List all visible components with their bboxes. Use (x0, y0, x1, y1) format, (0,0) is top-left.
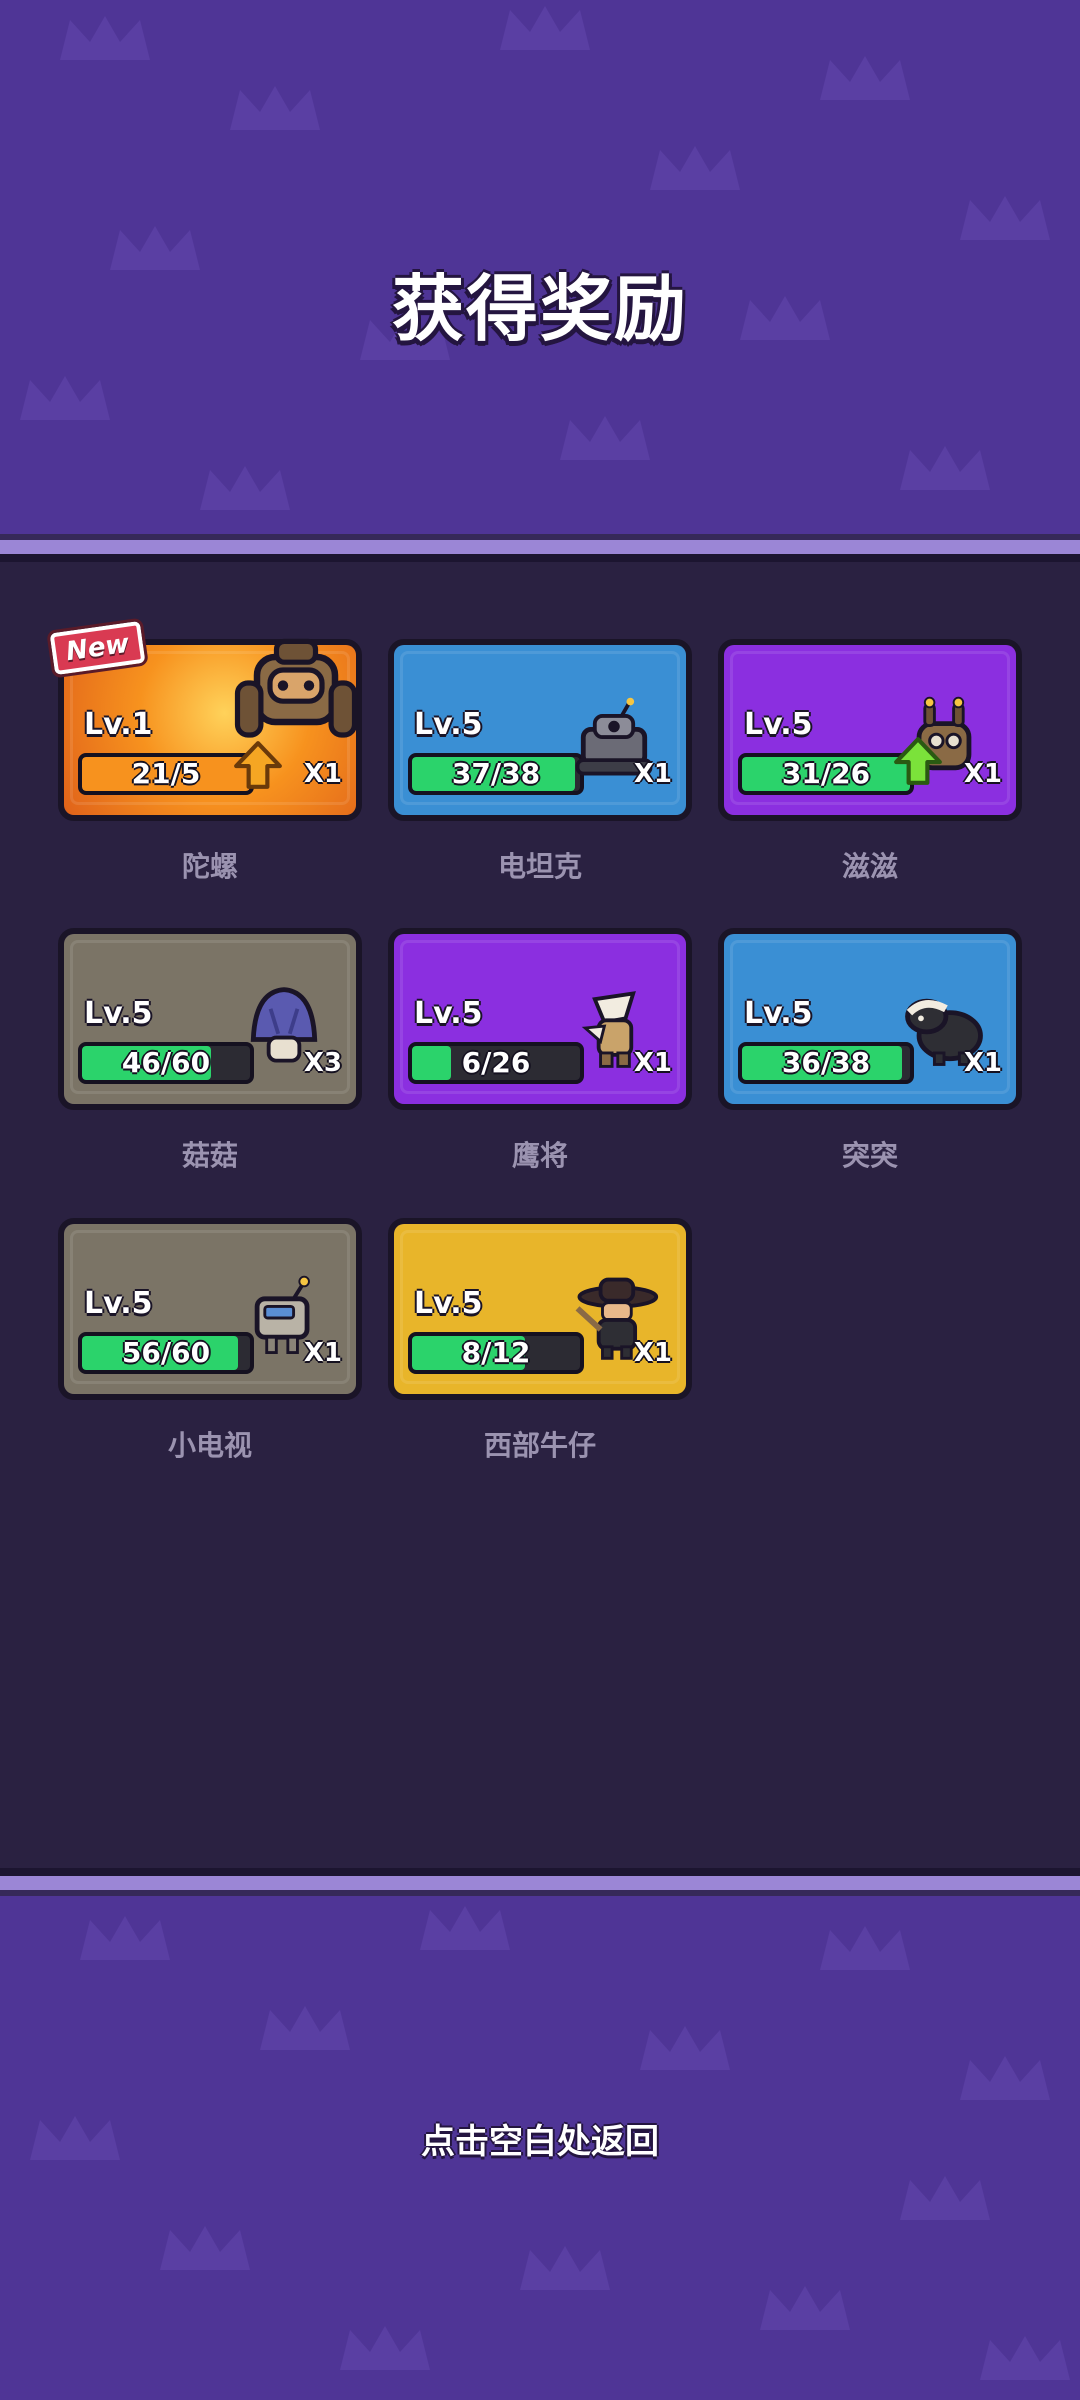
progress-text: 36/38 (781, 1046, 871, 1079)
reward-card[interactable]: Lv.5 6/26 X1 (388, 928, 692, 1110)
reward-item[interactable]: Lv.5 36/38 X1 突突 (718, 928, 1022, 1178)
level-label: Lv.5 (414, 996, 483, 1031)
reward-item[interactable]: Lv.5 31/26 X1 滋滋 (718, 639, 1022, 889)
level-label: Lv.1 (84, 707, 153, 742)
reward-item[interactable]: New Lv.1 21/5 X1 陀螺 (46, 616, 362, 889)
reward-name: 菇菇 (181, 1139, 238, 1172)
reward-item[interactable]: Lv.5 37/38 X1 电坦克 (388, 639, 692, 889)
upgrade-arrow-icon (892, 735, 944, 791)
progress-bar: 46/60 (78, 1042, 254, 1084)
progress-text: 6/26 (461, 1046, 531, 1079)
reward-item[interactable]: Lv.5 8/12 X1 西部牛仔 (388, 1218, 692, 1468)
reward-item[interactable]: Lv.5 46/60 X3 菇菇 (58, 928, 362, 1178)
quantity-label: X1 (303, 1338, 342, 1368)
progress-text: 8/12 (461, 1336, 531, 1369)
reward-name: 突突 (841, 1139, 898, 1172)
rewards-panel: New Lv.1 21/5 X1 陀螺 Lv.5 37/38 X1 电坦克 Lv.5 31/26 X1… (0, 540, 1080, 1890)
reward-name: 西部牛仔 (483, 1429, 596, 1462)
progress-bar: 6/26 (408, 1042, 584, 1084)
reward-card[interactable]: Lv.5 8/12 X1 (388, 1218, 692, 1400)
reward-name: 滋滋 (841, 850, 898, 883)
progress-bar: 31/26 (738, 753, 914, 795)
reward-name: 陀螺 (181, 850, 238, 883)
progress-text: 46/60 (121, 1046, 211, 1079)
quantity-label: X1 (963, 1048, 1002, 1078)
progress-text: 37/38 (451, 757, 541, 790)
level-label: Lv.5 (744, 707, 813, 742)
progress-text: 21/5 (131, 757, 201, 790)
reward-card[interactable]: Lv.5 56/60 X1 (58, 1218, 362, 1400)
page-title: 获得奖励 (391, 267, 688, 351)
level-label: Lv.5 (84, 1286, 153, 1321)
progress-bar: 36/38 (738, 1042, 914, 1084)
reward-name: 电坦克 (497, 850, 582, 883)
progress-bar: 37/38 (408, 753, 584, 795)
quantity-label: X1 (633, 1338, 672, 1368)
reward-name: 鹰将 (511, 1139, 568, 1172)
tap-to-return-hint[interactable]: 点击空白处返回 (0, 2114, 1080, 2163)
reward-card[interactable]: Lv.5 31/26 X1 (718, 639, 1022, 821)
reward-card[interactable]: Lv.5 37/38 X1 (388, 639, 692, 821)
progress-bar: 8/12 (408, 1332, 584, 1374)
reward-name: 小电视 (167, 1429, 252, 1462)
level-label: Lv.5 (414, 707, 483, 742)
reward-screen[interactable]: 获得奖励 New Lv.1 21/5 X1 陀螺 Lv.5 37/38 X1 电坦克 Lv.5 31… (0, 0, 1080, 2400)
reward-card[interactable]: Lv.5 36/38 X1 (718, 928, 1022, 1110)
progress-text: 56/60 (121, 1336, 211, 1369)
progress-bar: 56/60 (78, 1332, 254, 1374)
reward-card[interactable]: New Lv.1 21/5 X1 (46, 616, 362, 821)
quantity-label: X1 (303, 759, 342, 789)
quantity-label: X1 (633, 759, 672, 789)
quantity-label: X1 (633, 1048, 672, 1078)
quantity-label: X1 (963, 759, 1002, 789)
quantity-label: X3 (303, 1048, 342, 1078)
reward-card[interactable]: Lv.5 46/60 X3 (58, 928, 362, 1110)
reward-item[interactable]: Lv.5 56/60 X1 小电视 (58, 1218, 362, 1468)
level-label: Lv.5 (84, 996, 153, 1031)
level-label: Lv.5 (414, 1286, 483, 1321)
level-label: Lv.5 (744, 996, 813, 1031)
upgrade-arrow-icon (232, 739, 284, 795)
progress-text: 31/26 (781, 757, 871, 790)
reward-item[interactable]: Lv.5 6/26 X1 鹰将 (388, 928, 692, 1178)
